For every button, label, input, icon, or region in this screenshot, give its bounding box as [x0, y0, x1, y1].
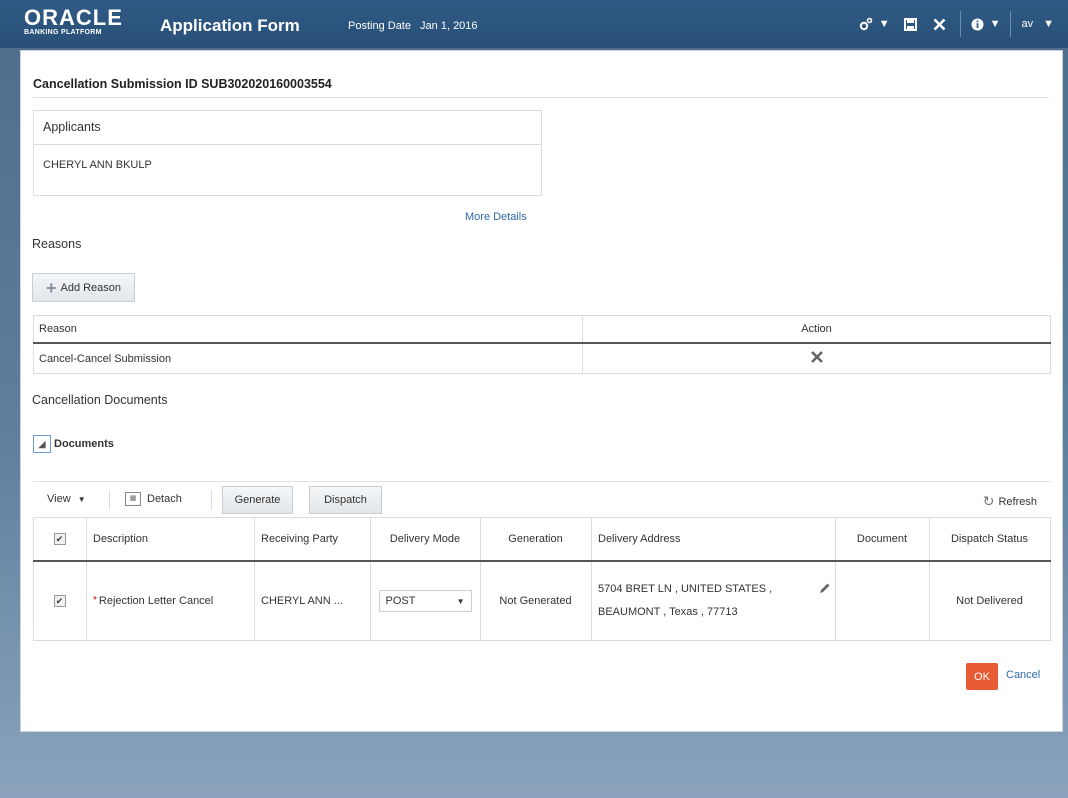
add-reason-button[interactable]: + Add Reason	[32, 273, 135, 302]
detach-icon: ▦	[125, 492, 141, 506]
row-select-cell: ✔	[33, 560, 87, 641]
chevron-down-icon: ▼	[456, 596, 465, 606]
collapse-triangle-icon: ◢	[33, 435, 51, 453]
submission-title: Cancellation Submission ID SUB3020201600…	[33, 77, 332, 91]
toolbar-separator	[211, 490, 212, 510]
ok-button[interactable]: OK	[966, 663, 998, 690]
generate-label: Generate	[234, 494, 281, 506]
document-cell	[835, 560, 930, 641]
posting-date: Posting Date Jan 1, 2016	[348, 20, 484, 32]
reasons-table: Reason Action Cancel-Cancel Submission	[33, 315, 1051, 374]
save-icon	[903, 17, 917, 31]
app-title: Application Form	[160, 16, 300, 35]
refresh-button[interactable]: ↻ Refresh	[983, 493, 1037, 510]
view-label: View	[47, 493, 71, 505]
refresh-label: Refresh	[998, 495, 1037, 508]
header-actions: ▼ ▼ av ▼	[859, 0, 1068, 48]
chevron-down-icon: ▼	[1043, 18, 1054, 30]
applicants-header: Applicants	[34, 111, 541, 145]
address-block: 5704 BRET LN , UNITED STATES , BEAUMONT …	[598, 578, 834, 624]
cancellation-dialog: Cancellation Submission ID SUB3020201600…	[20, 50, 1063, 732]
cancellation-documents-title: Cancellation Documents	[32, 393, 168, 407]
posting-date-value: Jan 1, 2016	[420, 20, 478, 32]
column-header-reason[interactable]: Reason	[33, 315, 583, 344]
dispatch-button[interactable]: Dispatch	[309, 486, 382, 514]
column-header-action[interactable]: Action	[582, 315, 1051, 344]
title-divider	[33, 97, 1049, 98]
add-reason-label: Add Reason	[60, 281, 122, 294]
close-button[interactable]	[933, 18, 946, 31]
user-menu-button[interactable]: av ▼	[1021, 18, 1054, 30]
detach-button[interactable]: ▦ Detach	[125, 492, 182, 506]
close-icon	[933, 18, 946, 30]
dispatch-status-cell: Not Delivered	[929, 560, 1051, 641]
info-icon	[971, 18, 984, 30]
header-divider	[1010, 11, 1012, 37]
logo-text: ORACLE	[24, 5, 123, 30]
address-line-2: BEAUMONT , Texas , 77713	[598, 606, 738, 618]
documents-label: Documents	[54, 438, 114, 450]
documents-toggle[interactable]: ◢ Documents	[33, 435, 114, 453]
delivery-mode-select[interactable]: POST ▼	[378, 590, 472, 612]
delete-icon	[810, 351, 823, 363]
dispatch-label: Dispatch	[324, 494, 367, 506]
delivery-address-cell: 5704 BRET LN , UNITED STATES , BEAUMONT …	[591, 560, 836, 641]
generate-button[interactable]: Generate	[222, 486, 293, 514]
applicants-panel: Applicants CHERYL ANN BKULP	[33, 110, 542, 196]
delivery-mode-value: POST	[385, 595, 416, 607]
info-menu-button[interactable]: ▼	[971, 18, 1001, 31]
pencil-icon	[820, 583, 830, 593]
gears-icon	[859, 17, 872, 31]
posting-date-label: Posting Date	[348, 20, 411, 32]
header-bar: ORACLE BANKING PLATFORM Application Form…	[0, 0, 1068, 48]
delete-reason-button[interactable]	[810, 350, 824, 364]
table-row[interactable]: Cancel-Cancel Submission	[33, 342, 1051, 374]
address-line-1: 5704 BRET LN , UNITED STATES ,	[598, 583, 773, 595]
reason-cell: Cancel-Cancel Submission	[33, 342, 583, 374]
table-row[interactable]: ✔ * Rejection Letter Cancel CHERYL ANN ..…	[33, 560, 1051, 641]
chevron-down-icon: ▼	[77, 495, 86, 504]
oracle-logo: ORACLE BANKING PLATFORM	[24, 5, 123, 37]
select-all-cell: ✔	[33, 517, 87, 562]
header-divider	[959, 11, 961, 37]
row-checkbox[interactable]: ✔	[53, 595, 66, 607]
column-header-document[interactable]: Document	[835, 517, 930, 562]
select-all-checkbox[interactable]: ✔	[53, 533, 66, 545]
column-header-delivery-address[interactable]: Delivery Address	[591, 517, 836, 562]
refresh-icon: ↻	[982, 493, 995, 509]
cancel-button[interactable]: Cancel	[1006, 669, 1040, 681]
receiving-party-cell: CHERYL ANN ...	[254, 560, 371, 641]
user-initials: av	[1021, 18, 1034, 30]
column-header-receiving-party[interactable]: Receiving Party	[254, 517, 371, 562]
required-indicator: *	[93, 595, 97, 606]
chevron-down-icon: ▼	[989, 18, 1001, 30]
generation-cell: Not Generated	[480, 560, 592, 641]
column-header-generation[interactable]: Generation	[480, 517, 592, 562]
settings-menu-button[interactable]: ▼	[859, 17, 890, 31]
toolbar-separator	[109, 490, 110, 510]
action-cell	[582, 342, 1051, 374]
column-header-delivery-mode[interactable]: Delivery Mode	[370, 517, 481, 562]
toolbar-divider	[33, 481, 1051, 482]
column-header-description[interactable]: Description	[86, 517, 255, 562]
description-cell: * Rejection Letter Cancel	[86, 560, 255, 641]
view-menu[interactable]: View ▼	[47, 493, 86, 505]
more-details-link[interactable]: More Details	[465, 211, 527, 223]
detach-label: Detach	[147, 493, 182, 505]
chevron-down-icon: ▼	[878, 18, 890, 30]
documents-table: ✔ Description Receiving Party Delivery M…	[33, 517, 1051, 641]
documents-toolbar: View ▼ ▦ Detach Generate Dispatch ↻ Refr…	[33, 486, 1051, 514]
delivery-mode-cell: POST ▼	[370, 560, 481, 641]
reasons-title: Reasons	[32, 237, 82, 251]
plus-icon: +	[45, 277, 57, 298]
column-header-dispatch-status[interactable]: Dispatch Status	[929, 517, 1051, 562]
save-button[interactable]	[903, 17, 917, 31]
description-value: Rejection Letter Cancel	[98, 595, 214, 607]
edit-address-button[interactable]	[818, 579, 831, 602]
applicant-name: CHERYL ANN BKULP	[43, 159, 152, 171]
